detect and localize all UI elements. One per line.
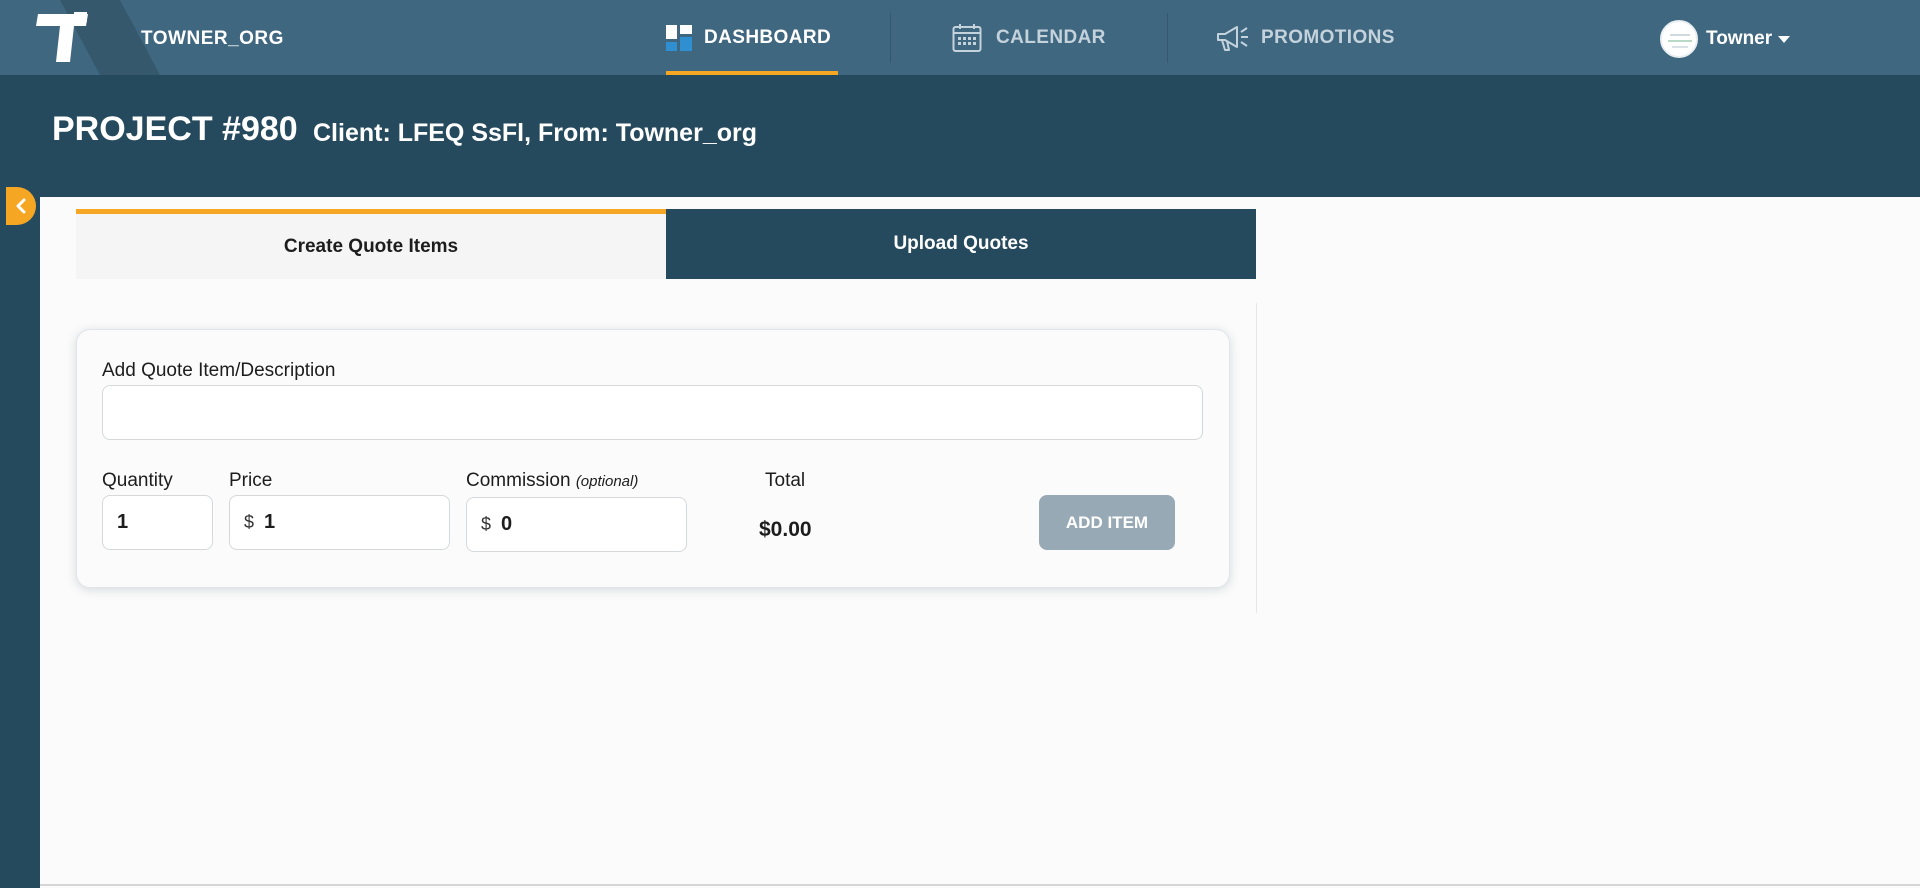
project-header: PROJECT #980 Client: LFEQ SsFl, From: To…	[40, 75, 1920, 197]
horizontal-scrollbar[interactable]	[40, 884, 1920, 886]
description-input[interactable]	[102, 385, 1203, 440]
commission-label-text: Commission	[466, 470, 571, 491]
commission-currency: $	[481, 514, 492, 534]
commission-input[interactable]: $ 0	[466, 497, 687, 552]
sidebar-strip	[0, 75, 40, 888]
nav-calendar[interactable]: CALENDAR	[952, 0, 1106, 75]
top-navigation-bar: TOWNER_ORG DASHBOARD CALENDAR PROMOTIONS…	[0, 0, 1920, 75]
quantity-value: 1	[117, 511, 129, 533]
megaphone-icon	[1217, 25, 1248, 51]
chevron-left-icon	[16, 198, 26, 214]
add-item-button[interactable]: ADD ITEM	[1039, 495, 1175, 550]
price-label: Price	[229, 470, 273, 491]
org-name[interactable]: TOWNER_ORG	[141, 28, 284, 50]
quote-item-form: Add Quote Item/Description Quantity 1 Pr…	[76, 329, 1230, 588]
user-name: Towner	[1706, 28, 1773, 49]
commission-value: 0	[501, 513, 513, 535]
nav-dashboard-label: DASHBOARD	[704, 26, 832, 48]
nav-divider	[890, 13, 891, 63]
nav-divider	[1167, 13, 1168, 63]
calendar-icon	[952, 23, 982, 52]
nav-dashboard[interactable]: DASHBOARD	[666, 0, 838, 75]
project-meta: Client: LFEQ SsFl, From: Towner_org	[313, 119, 757, 147]
user-menu[interactable]: Towner	[1660, 20, 1791, 58]
tab-upload-quotes[interactable]: Upload Quotes	[666, 209, 1256, 279]
quantity-label: Quantity	[102, 470, 173, 491]
price-value: 1	[264, 511, 276, 533]
collapse-sidebar-button[interactable]	[6, 187, 36, 225]
description-label: Add Quote Item/Description	[102, 360, 336, 381]
tab-create-quote-items[interactable]: Create Quote Items	[76, 209, 666, 279]
nav-calendar-label: CALENDAR	[996, 26, 1106, 48]
chevron-down-icon	[1778, 35, 1791, 43]
page-title: PROJECT #980	[52, 110, 298, 148]
nav-promotions[interactable]: PROMOTIONS	[1215, 0, 1395, 75]
total-value: $0.00	[759, 518, 812, 541]
commission-optional-note: (optional)	[575, 473, 639, 490]
price-input[interactable]: $ 1	[229, 495, 450, 550]
commission-label: Commission (optional)	[466, 470, 638, 492]
avatar	[1660, 20, 1698, 58]
total-label: Total	[765, 470, 806, 491]
nav-promotions-label: PROMOTIONS	[1261, 26, 1395, 48]
divider	[1256, 303, 1257, 613]
dashboard-icon	[666, 24, 692, 51]
price-currency: $	[244, 512, 255, 532]
quantity-input[interactable]: 1	[102, 495, 213, 550]
